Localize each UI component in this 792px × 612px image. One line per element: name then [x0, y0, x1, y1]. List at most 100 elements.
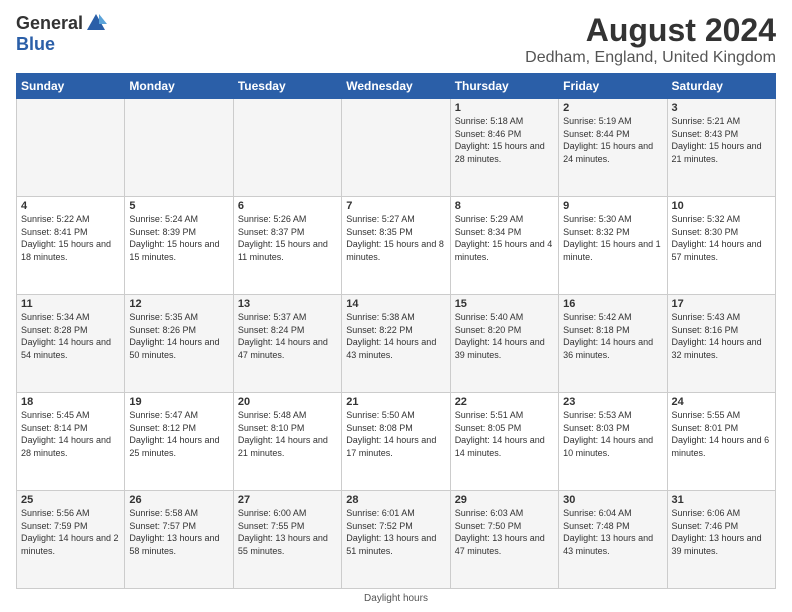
day-info: Sunrise: 5:24 AM Sunset: 8:39 PM Dayligh… [129, 213, 228, 263]
logo-icon [85, 12, 107, 34]
calendar-cell: 4Sunrise: 5:22 AM Sunset: 8:41 PM Daylig… [17, 197, 125, 295]
calendar-week-4: 18Sunrise: 5:45 AM Sunset: 8:14 PM Dayli… [17, 393, 776, 491]
calendar-cell: 1Sunrise: 5:18 AM Sunset: 8:46 PM Daylig… [450, 99, 558, 197]
footer: Daylight hours [16, 593, 776, 604]
calendar-cell: 11Sunrise: 5:34 AM Sunset: 8:28 PM Dayli… [17, 295, 125, 393]
calendar-cell: 14Sunrise: 5:38 AM Sunset: 8:22 PM Dayli… [342, 295, 450, 393]
day-number: 27 [238, 494, 337, 506]
col-wednesday: Wednesday [342, 74, 450, 99]
day-number: 24 [672, 396, 771, 408]
logo-blue-text: Blue [16, 34, 55, 55]
calendar-cell: 18Sunrise: 5:45 AM Sunset: 8:14 PM Dayli… [17, 393, 125, 491]
title-section: August 2024 Dedham, England, United King… [525, 12, 776, 67]
day-info: Sunrise: 5:55 AM Sunset: 8:01 PM Dayligh… [672, 409, 771, 459]
day-number: 23 [563, 396, 662, 408]
calendar-table: Sunday Monday Tuesday Wednesday Thursday… [16, 73, 776, 589]
col-tuesday: Tuesday [233, 74, 341, 99]
calendar-cell: 30Sunrise: 6:04 AM Sunset: 7:48 PM Dayli… [559, 491, 667, 589]
day-info: Sunrise: 5:53 AM Sunset: 8:03 PM Dayligh… [563, 409, 662, 459]
day-number: 30 [563, 494, 662, 506]
day-info: Sunrise: 5:26 AM Sunset: 8:37 PM Dayligh… [238, 213, 337, 263]
calendar-cell: 23Sunrise: 5:53 AM Sunset: 8:03 PM Dayli… [559, 393, 667, 491]
calendar-cell: 22Sunrise: 5:51 AM Sunset: 8:05 PM Dayli… [450, 393, 558, 491]
calendar-cell: 21Sunrise: 5:50 AM Sunset: 8:08 PM Dayli… [342, 393, 450, 491]
day-number: 25 [21, 494, 120, 506]
calendar-cell: 24Sunrise: 5:55 AM Sunset: 8:01 PM Dayli… [667, 393, 775, 491]
day-number: 22 [455, 396, 554, 408]
col-sunday: Sunday [17, 74, 125, 99]
day-info: Sunrise: 5:48 AM Sunset: 8:10 PM Dayligh… [238, 409, 337, 459]
day-number: 17 [672, 298, 771, 310]
calendar-cell: 5Sunrise: 5:24 AM Sunset: 8:39 PM Daylig… [125, 197, 233, 295]
logo-general-text: General [16, 13, 83, 34]
calendar-week-1: 1Sunrise: 5:18 AM Sunset: 8:46 PM Daylig… [17, 99, 776, 197]
day-info: Sunrise: 5:37 AM Sunset: 8:24 PM Dayligh… [238, 311, 337, 361]
day-info: Sunrise: 5:27 AM Sunset: 8:35 PM Dayligh… [346, 213, 445, 263]
col-thursday: Thursday [450, 74, 558, 99]
calendar-cell [17, 99, 125, 197]
logo: General Blue [16, 12, 107, 55]
day-info: Sunrise: 6:03 AM Sunset: 7:50 PM Dayligh… [455, 507, 554, 557]
calendar-cell: 20Sunrise: 5:48 AM Sunset: 8:10 PM Dayli… [233, 393, 341, 491]
calendar-week-5: 25Sunrise: 5:56 AM Sunset: 7:59 PM Dayli… [17, 491, 776, 589]
page: General Blue August 2024 Dedham, England… [0, 0, 792, 612]
day-number: 8 [455, 200, 554, 212]
calendar-cell: 2Sunrise: 5:19 AM Sunset: 8:44 PM Daylig… [559, 99, 667, 197]
calendar-cell: 6Sunrise: 5:26 AM Sunset: 8:37 PM Daylig… [233, 197, 341, 295]
day-info: Sunrise: 5:47 AM Sunset: 8:12 PM Dayligh… [129, 409, 228, 459]
day-number: 19 [129, 396, 228, 408]
calendar-cell: 31Sunrise: 6:06 AM Sunset: 7:46 PM Dayli… [667, 491, 775, 589]
col-monday: Monday [125, 74, 233, 99]
calendar-cell: 12Sunrise: 5:35 AM Sunset: 8:26 PM Dayli… [125, 295, 233, 393]
day-info: Sunrise: 5:35 AM Sunset: 8:26 PM Dayligh… [129, 311, 228, 361]
day-number: 10 [672, 200, 771, 212]
day-number: 2 [563, 102, 662, 114]
day-number: 6 [238, 200, 337, 212]
day-number: 31 [672, 494, 771, 506]
day-number: 29 [455, 494, 554, 506]
day-number: 4 [21, 200, 120, 212]
day-info: Sunrise: 5:18 AM Sunset: 8:46 PM Dayligh… [455, 115, 554, 165]
day-number: 28 [346, 494, 445, 506]
day-number: 18 [21, 396, 120, 408]
day-info: Sunrise: 5:30 AM Sunset: 8:32 PM Dayligh… [563, 213, 662, 263]
calendar-cell: 19Sunrise: 5:47 AM Sunset: 8:12 PM Dayli… [125, 393, 233, 491]
calendar-cell [233, 99, 341, 197]
day-info: Sunrise: 5:58 AM Sunset: 7:57 PM Dayligh… [129, 507, 228, 557]
day-info: Sunrise: 6:06 AM Sunset: 7:46 PM Dayligh… [672, 507, 771, 557]
calendar-subtitle: Dedham, England, United Kingdom [525, 49, 776, 67]
day-info: Sunrise: 5:56 AM Sunset: 7:59 PM Dayligh… [21, 507, 120, 557]
day-info: Sunrise: 6:00 AM Sunset: 7:55 PM Dayligh… [238, 507, 337, 557]
calendar-week-2: 4Sunrise: 5:22 AM Sunset: 8:41 PM Daylig… [17, 197, 776, 295]
day-info: Sunrise: 5:42 AM Sunset: 8:18 PM Dayligh… [563, 311, 662, 361]
calendar-week-3: 11Sunrise: 5:34 AM Sunset: 8:28 PM Dayli… [17, 295, 776, 393]
day-number: 1 [455, 102, 554, 114]
day-info: Sunrise: 5:32 AM Sunset: 8:30 PM Dayligh… [672, 213, 771, 263]
col-friday: Friday [559, 74, 667, 99]
day-info: Sunrise: 5:50 AM Sunset: 8:08 PM Dayligh… [346, 409, 445, 459]
calendar-cell [342, 99, 450, 197]
calendar: Sunday Monday Tuesday Wednesday Thursday… [16, 73, 776, 589]
day-number: 3 [672, 102, 771, 114]
day-info: Sunrise: 6:04 AM Sunset: 7:48 PM Dayligh… [563, 507, 662, 557]
day-info: Sunrise: 5:19 AM Sunset: 8:44 PM Dayligh… [563, 115, 662, 165]
calendar-cell [125, 99, 233, 197]
footer-text: Daylight hours [364, 593, 428, 604]
calendar-cell: 13Sunrise: 5:37 AM Sunset: 8:24 PM Dayli… [233, 295, 341, 393]
calendar-cell: 16Sunrise: 5:42 AM Sunset: 8:18 PM Dayli… [559, 295, 667, 393]
day-info: Sunrise: 5:45 AM Sunset: 8:14 PM Dayligh… [21, 409, 120, 459]
calendar-cell: 7Sunrise: 5:27 AM Sunset: 8:35 PM Daylig… [342, 197, 450, 295]
day-number: 13 [238, 298, 337, 310]
calendar-title: August 2024 [525, 12, 776, 49]
calendar-cell: 26Sunrise: 5:58 AM Sunset: 7:57 PM Dayli… [125, 491, 233, 589]
day-number: 5 [129, 200, 228, 212]
day-info: Sunrise: 5:51 AM Sunset: 8:05 PM Dayligh… [455, 409, 554, 459]
col-saturday: Saturday [667, 74, 775, 99]
calendar-cell: 10Sunrise: 5:32 AM Sunset: 8:30 PM Dayli… [667, 197, 775, 295]
calendar-cell: 29Sunrise: 6:03 AM Sunset: 7:50 PM Dayli… [450, 491, 558, 589]
day-number: 12 [129, 298, 228, 310]
calendar-cell: 15Sunrise: 5:40 AM Sunset: 8:20 PM Dayli… [450, 295, 558, 393]
day-info: Sunrise: 5:43 AM Sunset: 8:16 PM Dayligh… [672, 311, 771, 361]
calendar-cell: 3Sunrise: 5:21 AM Sunset: 8:43 PM Daylig… [667, 99, 775, 197]
calendar-cell: 28Sunrise: 6:01 AM Sunset: 7:52 PM Dayli… [342, 491, 450, 589]
